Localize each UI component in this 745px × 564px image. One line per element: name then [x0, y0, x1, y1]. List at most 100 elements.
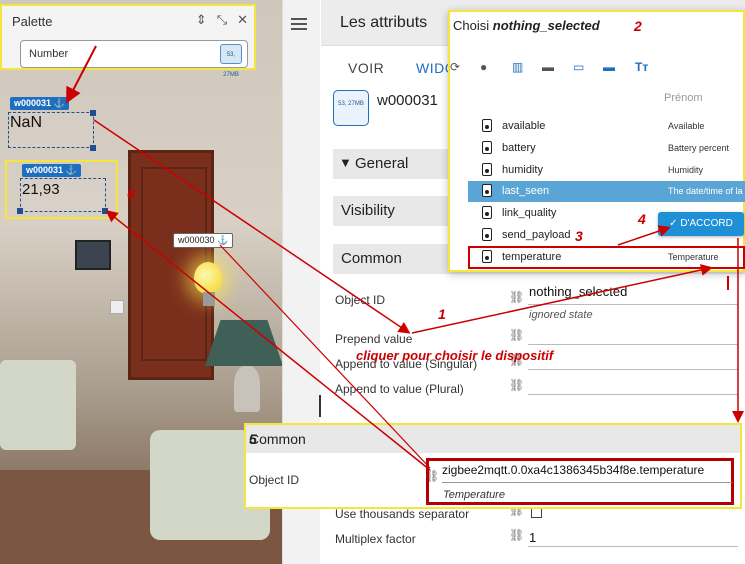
common-callout-object-id-label: Object ID: [249, 473, 300, 487]
common-section-callout: Common 5 Object ID ⛓ zigbee2mqtt.0.0xa4c…: [244, 423, 742, 509]
wall-picture-image: [75, 240, 111, 270]
annotation-number-1: 1: [438, 306, 446, 322]
resize-handle[interactable]: [102, 208, 108, 214]
object-id-label: Object ID: [335, 293, 386, 307]
dialog-title-value: nothing_selected: [492, 18, 600, 33]
check-icon: ✓: [669, 218, 678, 229]
annotation-number-3: 3: [575, 228, 583, 244]
palette-widget-label: Number: [29, 48, 69, 60]
state-file-icon: [482, 119, 492, 132]
section-general-label: General: [355, 155, 409, 172]
widget-id-label: w000031: [377, 92, 438, 109]
widget-tag-label: w000031: [14, 98, 52, 108]
list-item-temperature[interactable]: temperature Temperature: [468, 247, 745, 268]
object-id-value[interactable]: nothing_selected: [529, 284, 627, 299]
list-item-name: humidity: [502, 164, 543, 176]
widget-tag-w000030[interactable]: w000030 ⚓: [173, 233, 234, 248]
anchor-icon: ⚓: [217, 235, 229, 245]
sofa-image: [0, 360, 76, 450]
screenshot-root: Palette ⇕ ⤡ ✕ Number 53, 27MB w000031 ⚓ …: [0, 0, 745, 564]
widget-tag-label: w000030: [178, 235, 215, 245]
list-item-name: send_payload: [502, 229, 571, 241]
state-file-icon: [482, 184, 492, 197]
room-photo-background: [0, 0, 282, 564]
state-file-icon: [482, 228, 492, 241]
resize-handle[interactable]: [17, 208, 23, 214]
list-item-desc: Battery percent: [668, 143, 730, 153]
list-item-desc: The date/time of la: [668, 186, 743, 196]
annotation-instruction: cliquer pour choisir le dispositif: [356, 348, 554, 363]
wall-socket-image: [110, 300, 124, 314]
number-widget-icon: 53, 27MB: [220, 44, 242, 78]
multiplex-factor-underline: [528, 546, 738, 547]
multiplex-factor-value[interactable]: 1: [529, 530, 536, 545]
section-common-label: Common: [341, 250, 402, 267]
list-item[interactable]: humidity Humidity: [468, 160, 745, 181]
open-folder-icon[interactable]: ▭: [573, 60, 584, 74]
refresh-icon[interactable]: ⟳: [450, 60, 460, 74]
column-header-name: Prénom: [664, 92, 703, 104]
list-item-name: last_seen: [502, 185, 550, 197]
dialog-title: Choisi nothing_selected: [453, 18, 600, 33]
widget-tag-label: w000031: [26, 165, 64, 175]
state-file-icon: [482, 163, 492, 176]
collapse-icon[interactable]: ⤡: [217, 12, 227, 28]
list-item[interactable]: battery Battery percent: [468, 138, 745, 159]
list-item-selected[interactable]: last_seen The date/time of la: [468, 181, 745, 202]
anchor-icon: ⚓: [53, 98, 65, 108]
list-item-name: link_quality: [502, 207, 557, 219]
common-callout-title: Common: [249, 431, 306, 447]
object-id-underline: [442, 482, 732, 483]
list-item-name: temperature: [502, 251, 562, 263]
text-size-icon[interactable]: Tт: [635, 60, 648, 74]
dialog-title-prefix: Choisi: [453, 18, 490, 33]
list-item-desc: Temperature: [668, 252, 719, 262]
palette-controls: ⇕ ⤡ ✕: [196, 12, 248, 28]
user-icon[interactable]: ●: [480, 60, 487, 74]
widget-value-temperature: 21,93: [22, 181, 60, 198]
attributes-title: Les attributs: [340, 14, 428, 31]
annotation-number-4: 4: [638, 211, 646, 227]
object-id-subtext: ignored state: [529, 309, 593, 321]
link-icon[interactable]: ⛓: [509, 290, 524, 304]
folder-closed-icon[interactable]: ▬: [603, 60, 615, 74]
append-plural-field[interactable]: [528, 394, 738, 395]
list-item-desc: Available: [668, 121, 705, 131]
list-item[interactable]: available Available: [468, 116, 745, 137]
append-singular-field[interactable]: [528, 369, 738, 370]
common-callout-header: Common 5: [246, 425, 740, 453]
resize-handle[interactable]: [90, 110, 96, 116]
columns-icon[interactable]: ▥: [512, 60, 523, 74]
tab-voir[interactable]: VOIR: [348, 60, 384, 76]
prepend-value-field[interactable]: [528, 344, 738, 345]
resize-handle[interactable]: [90, 145, 96, 151]
anchor-icon: ⚓: [65, 165, 77, 175]
palette-title: Palette: [12, 14, 53, 29]
palette-panel: Palette ⇕ ⤡ ✕ Number 53, 27MB: [0, 4, 256, 78]
list-item-name: available: [502, 120, 546, 132]
expand-collapse-icon[interactable]: ⇕: [196, 12, 207, 28]
link-icon[interactable]: ⛓: [509, 328, 524, 342]
common-callout-object-id-value[interactable]: zigbee2mqtt.0.0xa4c1386345b34f8e.tempera…: [442, 463, 704, 477]
multiplex-factor-label: Multiplex factor: [335, 532, 416, 546]
link-icon[interactable]: ⛓: [509, 378, 524, 392]
link-icon[interactable]: ⛓: [509, 528, 524, 542]
lightbulb-icon[interactable]: [194, 262, 222, 294]
close-icon[interactable]: ✕: [237, 12, 248, 28]
thousands-separator-label: Use thousands separator: [335, 507, 470, 521]
widget-tag-w000031[interactable]: w000031 ⚓: [10, 97, 69, 110]
state-file-icon: [482, 206, 492, 219]
state-file-icon: [482, 141, 492, 154]
ok-button-label: D'ACCORD: [680, 218, 733, 229]
palette-widget-item[interactable]: Number 53, 27MB: [20, 40, 248, 78]
folder-icon[interactable]: ▬: [542, 60, 554, 74]
ok-button[interactable]: ✓ D'ACCORD: [658, 212, 744, 236]
state-file-icon: [482, 250, 492, 263]
prepend-value-label: Prepend value: [335, 332, 413, 346]
menu-icon[interactable]: [291, 18, 307, 33]
lamp-shade-image: [205, 320, 282, 366]
annotation-number-6: 6: [127, 186, 135, 202]
list-item-name: battery: [502, 142, 536, 154]
lamp-base-image: [234, 366, 260, 412]
widget-tag-w000031-2[interactable]: w000031 ⚓: [22, 164, 81, 177]
